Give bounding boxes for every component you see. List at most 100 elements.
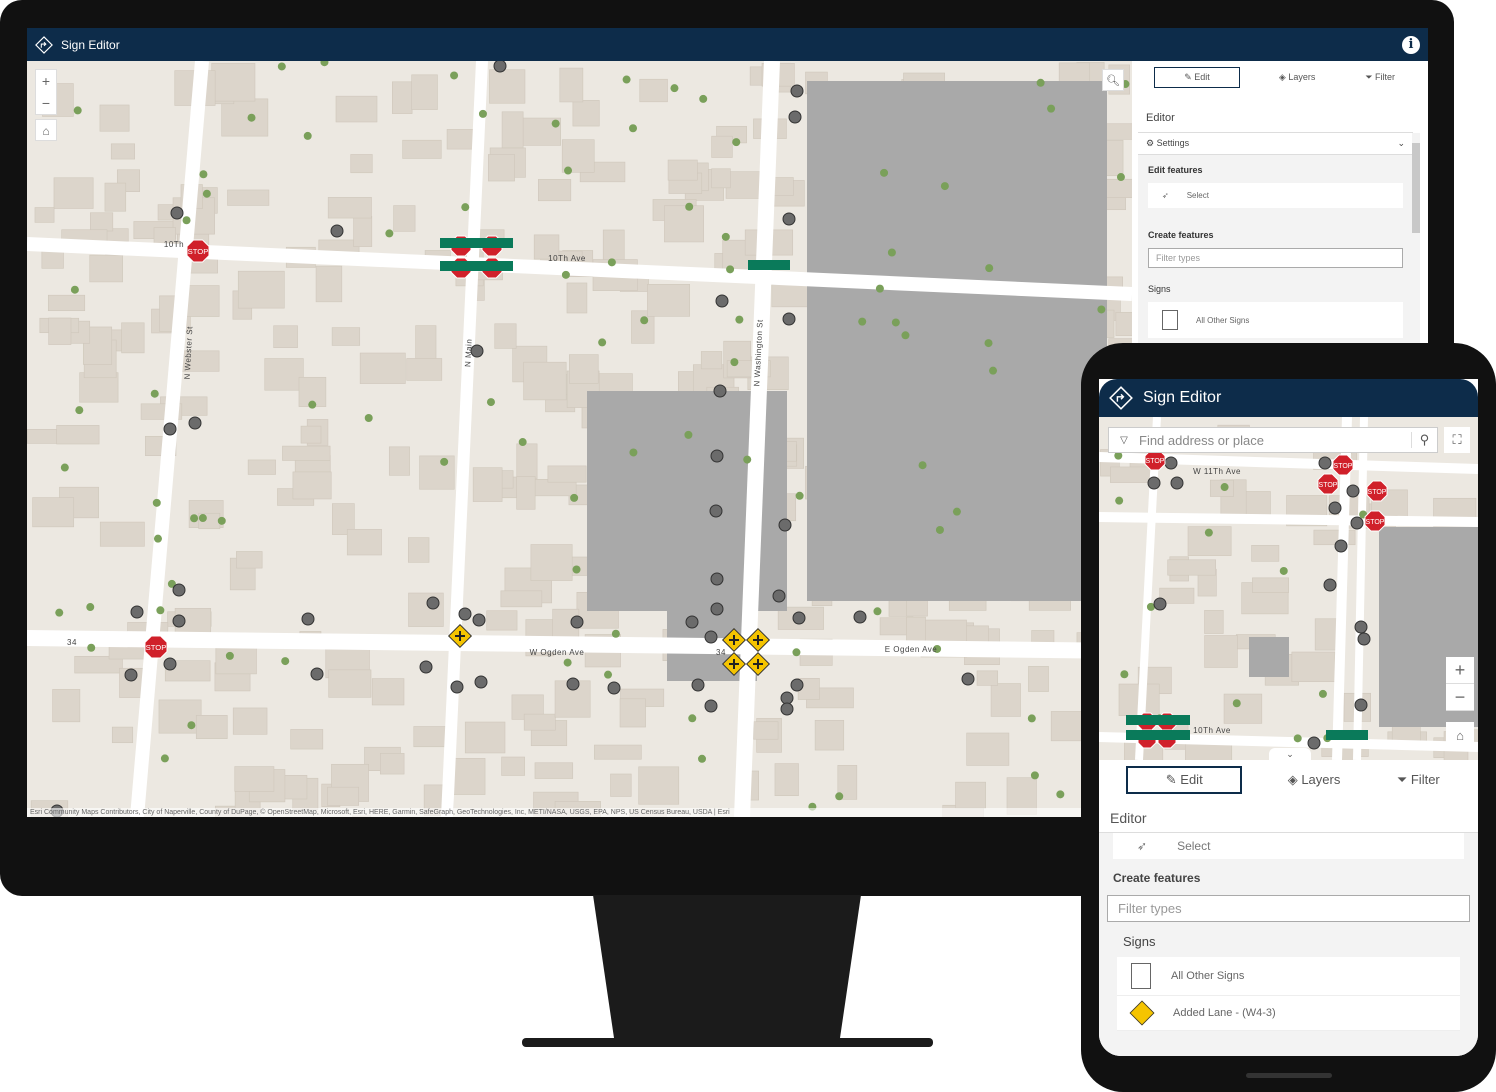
sign-point[interactable]	[493, 61, 507, 73]
search-input[interactable]: Find address or place	[1139, 433, 1411, 448]
home-button[interactable]: ⌂	[35, 119, 57, 141]
stop-sign[interactable]: STOP	[1317, 473, 1339, 495]
sign-point[interactable]	[704, 630, 718, 644]
stop-sign-label[interactable]: STOP	[1319, 482, 1338, 489]
search-bar[interactable]: ▽ Find address or place ⚲	[1108, 427, 1438, 453]
sign-point[interactable]	[691, 678, 705, 692]
zoom-out-button[interactable]: −	[1446, 684, 1474, 711]
sign-point[interactable]	[170, 206, 184, 220]
guide-sign[interactable]	[1148, 730, 1190, 740]
sign-point[interactable]	[570, 615, 584, 629]
phone-map-view[interactable]: STOP STOP STOP STOP STOP W 11Th Ave 10Th Ave ▽…	[1099, 417, 1478, 760]
tab-edit[interactable]: ✎ Edit	[1153, 67, 1240, 88]
sign-point[interactable]	[188, 416, 202, 430]
sign-point[interactable]	[782, 312, 796, 326]
tab-edit[interactable]: ✎ Edit	[1126, 766, 1243, 794]
stop-sign[interactable]: STOP	[186, 239, 210, 263]
sign-point[interactable]	[474, 675, 488, 689]
stop-sign-label[interactable]: STOP	[1368, 489, 1387, 496]
sign-point[interactable]	[710, 602, 724, 616]
select-tool[interactable]: ➶ Select	[1113, 833, 1464, 859]
sign-point[interactable]	[778, 518, 792, 532]
sign-point[interactable]	[1170, 476, 1184, 490]
guide-sign[interactable]	[471, 261, 513, 271]
stop-sign-label[interactable]: STOP	[146, 643, 167, 652]
sign-point[interactable]	[450, 680, 464, 694]
sign-point[interactable]	[1307, 736, 1321, 750]
sign-point[interactable]	[710, 449, 724, 463]
template-item[interactable]: All Other Signs	[1148, 302, 1403, 338]
stop-sign-label[interactable]: STOP	[1334, 463, 1353, 470]
sign-point[interactable]	[1350, 516, 1364, 530]
sign-point[interactable]	[458, 607, 472, 621]
map-canvas[interactable]: STOP STOP 10Th 10Th Ave W Ogden Ave E Ogden A…	[27, 61, 1132, 817]
sign-point[interactable]	[1147, 476, 1161, 490]
sign-point[interactable]	[1164, 456, 1178, 470]
sign-point[interactable]	[419, 660, 433, 674]
sign-point[interactable]	[961, 672, 975, 686]
sign-point[interactable]	[780, 702, 794, 716]
tab-layers[interactable]: ◈ Layers	[1268, 67, 1326, 88]
home-button[interactable]: ⌂	[1446, 722, 1474, 749]
stop-sign[interactable]: STOP	[144, 635, 168, 659]
stop-sign[interactable]: STOP	[1144, 449, 1166, 471]
sign-point[interactable]	[1334, 539, 1348, 553]
tab-filter[interactable]: ⏷ Filter	[1354, 67, 1406, 88]
sign-point[interactable]	[782, 212, 796, 226]
guide-sign[interactable]	[748, 260, 790, 270]
sign-point[interactable]	[792, 611, 806, 625]
sign-point[interactable]	[1354, 698, 1368, 712]
sign-point[interactable]	[472, 613, 486, 627]
sign-point[interactable]	[163, 422, 177, 436]
sign-point[interactable]	[713, 384, 727, 398]
sign-point[interactable]	[788, 110, 802, 124]
stop-sign-label[interactable]: STOP	[1146, 458, 1165, 465]
stop-sign[interactable]: STOP	[1332, 454, 1354, 476]
sign-point[interactable]	[426, 596, 440, 610]
sign-point[interactable]	[1346, 484, 1360, 498]
zoom-in-button[interactable]: +	[1446, 657, 1474, 684]
phone-map-canvas[interactable]: STOP STOP STOP STOP STOP W 11Th Ave 10Th Ave	[1099, 417, 1478, 760]
search-icon[interactable]: 🔍︎	[1102, 69, 1124, 91]
zoom-out-button[interactable]: −	[36, 92, 56, 114]
guide-sign[interactable]	[471, 238, 513, 248]
tab-filter[interactable]: ⏷ Filter	[1386, 767, 1451, 793]
stop-sign[interactable]: STOP	[1366, 480, 1388, 502]
collapse-chevron-icon[interactable]: ⌄	[1269, 748, 1311, 760]
search-source-dropdown-icon[interactable]: ▽	[1109, 435, 1139, 446]
panel-scrollbar[interactable]	[1412, 133, 1420, 373]
sign-point[interactable]	[790, 84, 804, 98]
sign-point[interactable]	[704, 699, 718, 713]
map-view[interactable]: STOP STOP 10Th 10Th Ave W Ogden Ave E Ogden A…	[27, 61, 1132, 817]
search-icon[interactable]: ⚲	[1411, 432, 1437, 448]
stop-sign[interactable]: STOP	[1364, 510, 1386, 532]
sign-point[interactable]	[1328, 501, 1342, 515]
sign-point[interactable]	[607, 681, 621, 695]
sign-point[interactable]	[172, 583, 186, 597]
filter-types-input[interactable]: Filter types	[1107, 895, 1470, 922]
sign-point[interactable]	[710, 572, 724, 586]
sign-point[interactable]	[709, 504, 723, 518]
sign-point[interactable]	[790, 678, 804, 692]
zoom-in-button[interactable]: +	[36, 70, 56, 92]
sign-point[interactable]	[853, 610, 867, 624]
settings-toggle[interactable]: ⚙ Settings ⌄	[1138, 132, 1413, 155]
info-icon[interactable]: i	[1402, 36, 1420, 54]
scrollbar-thumb[interactable]	[1412, 143, 1420, 233]
sign-point[interactable]	[1323, 578, 1337, 592]
sign-point[interactable]	[330, 224, 344, 238]
sign-point[interactable]	[130, 605, 144, 619]
sign-point[interactable]	[566, 677, 580, 691]
guide-sign[interactable]	[1148, 715, 1190, 725]
sign-point[interactable]	[172, 614, 186, 628]
sign-point[interactable]	[163, 657, 177, 671]
sign-point[interactable]	[1318, 456, 1332, 470]
filter-types-input[interactable]: Filter types	[1148, 248, 1403, 268]
stop-sign-label[interactable]: STOP	[1366, 519, 1385, 526]
stop-sign-label[interactable]: STOP	[188, 247, 209, 256]
sign-point[interactable]	[124, 668, 138, 682]
sign-point[interactable]	[715, 294, 729, 308]
sign-point[interactable]	[780, 691, 794, 705]
template-item[interactable]: Added Lane - (W4-3)	[1117, 996, 1460, 1031]
sign-point[interactable]	[1153, 597, 1167, 611]
